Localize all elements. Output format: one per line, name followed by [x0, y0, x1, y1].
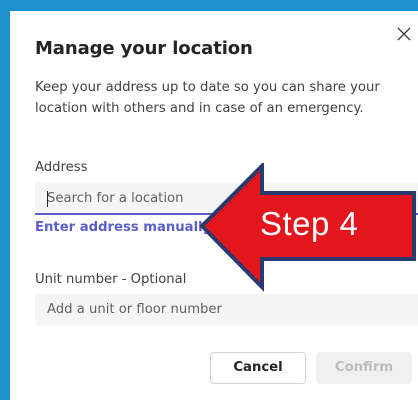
enter-address-manually-link[interactable]: Enter address manually: [35, 220, 211, 235]
dialog-description: Keep your address up to date so you can …: [35, 80, 380, 116]
text-caret: [47, 191, 48, 207]
address-label: Address: [35, 160, 88, 175]
dialog-title: Manage your location: [35, 38, 253, 59]
close-icon[interactable]: [395, 25, 413, 43]
address-placeholder: Search for a location: [47, 191, 184, 206]
unit-number-input[interactable]: Add a unit or floor number: [35, 294, 418, 326]
cancel-button[interactable]: Cancel: [210, 352, 306, 384]
confirm-button[interactable]: Confirm: [316, 352, 412, 384]
unit-number-label: Unit number - Optional: [35, 272, 187, 287]
unit-placeholder: Add a unit or floor number: [47, 302, 222, 317]
step-label: Step 4: [260, 205, 359, 242]
